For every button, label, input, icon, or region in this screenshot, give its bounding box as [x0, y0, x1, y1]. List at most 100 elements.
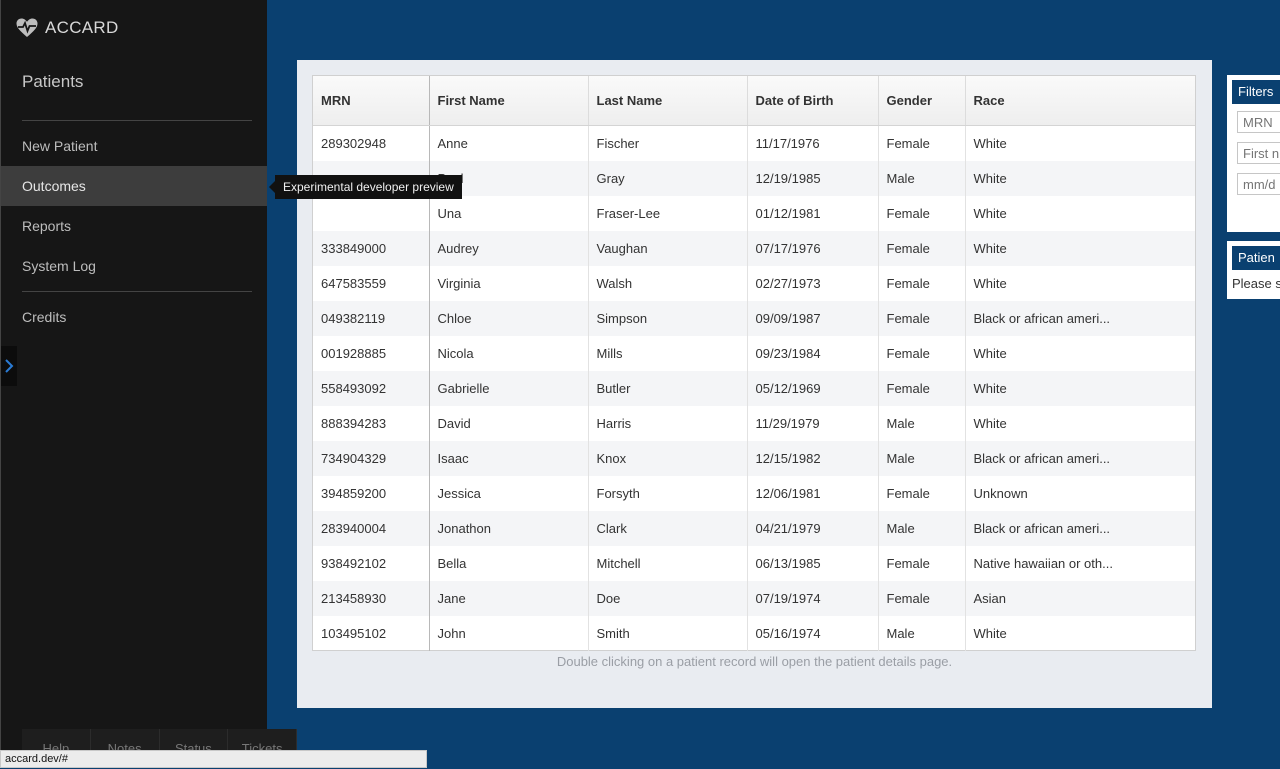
cell-last-name: Harris	[588, 406, 748, 441]
cell-date-of-birth: 02/27/1973	[747, 266, 879, 301]
cell-mrn: 333849000	[313, 231, 430, 266]
cell-date-of-birth: 11/17/1976	[747, 125, 879, 161]
patients-panel: MRN First Name Last Name Date of Birth G…	[297, 60, 1212, 708]
cell-race: White	[965, 371, 1195, 406]
table-row[interactable]: 647583559 Virginia Walsh 02/27/1973 Female Wh…	[313, 266, 1195, 301]
table-row[interactable]: 049382119 Chloe Simpson 09/09/1987 Female Bla…	[313, 301, 1195, 336]
cell-first-name: Nicola	[429, 336, 589, 371]
cell-date-of-birth: 07/19/1974	[747, 581, 879, 616]
patient-details-text: Please s	[1232, 276, 1280, 291]
column-header-first-name[interactable]: First Name	[429, 76, 589, 126]
patient-details-card: Patien Please s	[1227, 241, 1280, 299]
table-row[interactable]: 001928885 Nicola Mills 09/23/1984 Female Whit…	[313, 336, 1195, 371]
cell-date-of-birth: 07/17/1976	[747, 231, 879, 266]
cell-race: White	[965, 161, 1195, 196]
cell-first-name: Gabrielle	[429, 371, 589, 406]
mrn-filter-input[interactable]	[1237, 111, 1280, 133]
table-row[interactable]: 734904329 Isaac Knox 12/15/1982 Male Black or…	[313, 441, 1195, 476]
cell-first-name: Jonathon	[429, 511, 589, 546]
cell-gender: Male	[878, 511, 966, 546]
cell-first-name: John	[429, 616, 589, 651]
expand-sidebar-button[interactable]	[1, 346, 17, 386]
brand[interactable]: ACCARD	[15, 14, 119, 42]
cell-date-of-birth: 05/16/1974	[747, 616, 879, 651]
app-name: ACCARD	[45, 18, 119, 37]
section-title-patients: Patients	[22, 72, 84, 91]
cell-mrn: 213458930	[313, 581, 430, 616]
table-row[interactable]: 333849000 Audrey Vaughan 07/17/1976 Female Wh…	[313, 231, 1195, 266]
cell-date-of-birth: 12/15/1982	[747, 441, 879, 476]
cell-mrn: 558493092	[313, 371, 430, 406]
column-header-race[interactable]: Race	[965, 76, 1195, 126]
cell-race: White	[965, 231, 1195, 266]
first-name-filter-input[interactable]	[1237, 142, 1280, 164]
cell-first-name: Bella	[429, 546, 589, 581]
nav-item-reports[interactable]: Reports	[1, 206, 267, 246]
grid-hint: Double clicking on a patient record will…	[556, 654, 953, 669]
cell-race: Native hawaiian or oth...	[973, 556, 1113, 571]
filters-card: Filters	[1227, 75, 1280, 232]
nav-item-credits[interactable]: Credits	[1, 297, 267, 337]
chevron-right-icon	[5, 359, 14, 373]
cell-race: Asian	[965, 581, 1195, 616]
cell-gender: Female	[878, 266, 966, 301]
table-row[interactable]: 558493092 Gabrielle Butler 05/12/1969 Female…	[313, 371, 1195, 406]
heart-pulse-icon	[16, 18, 38, 37]
patient-details-title: Patien	[1232, 246, 1280, 270]
cell-mrn: 394859200	[313, 476, 430, 511]
cell-first-name: Una	[429, 196, 589, 231]
cell-date-of-birth: 12/19/1985	[747, 161, 879, 196]
table-row[interactable]: 938492102 Bella Mitchell 06/13/1985 Female Na…	[313, 546, 1195, 581]
table-row[interactable]: 888394283 David Harris 11/29/1979 Male White	[313, 406, 1195, 441]
cell-first-name: David	[429, 406, 589, 441]
cell-last-name: Mitchell	[588, 546, 748, 581]
cell-gender: Female	[878, 476, 966, 511]
tooltip: Experimental developer preview	[269, 175, 462, 199]
nav-item-new-patient[interactable]: New Patient	[1, 126, 267, 166]
cell-gender: Male	[878, 161, 966, 196]
divider	[22, 291, 252, 292]
cell-date-of-birth: 01/12/1981	[747, 196, 879, 231]
column-header-gender[interactable]: Gender	[878, 76, 966, 126]
sidebar: ACCARD Patients New Patient Outcomes Rep…	[0, 0, 297, 768]
cell-race: White	[973, 206, 1007, 221]
cell-gender: Female	[878, 231, 966, 266]
cell-last-name: Gray	[588, 161, 748, 196]
cell-first-name: Jessica	[429, 476, 589, 511]
table-row[interactable]: 283940004 Jonathon Clark 04/21/1979 Male Blac…	[313, 511, 1195, 546]
cell-mrn: 289302948	[313, 125, 430, 161]
table-row[interactable]: Una Fraser-Lee 01/12/1981 Female White	[313, 196, 1195, 231]
cell-date-of-birth: 11/29/1979	[747, 406, 879, 441]
cell-gender: Female	[878, 581, 966, 616]
nav-item-outcomes[interactable]: Outcomes	[1, 166, 267, 206]
table-row[interactable]: 103495102 John Smith 05/16/1974 Male White	[313, 616, 1195, 651]
cell-last-name: Forsyth	[588, 476, 748, 511]
column-header-date-of-birth[interactable]: Date of Birth	[747, 76, 879, 126]
column-header-last-name[interactable]: Last Name	[588, 76, 748, 126]
cell-race: Unknown	[973, 486, 1028, 501]
cell-race: White	[973, 276, 1007, 291]
divider	[22, 120, 252, 121]
cell-race: White	[973, 346, 1007, 361]
cell-gender: Female	[878, 125, 966, 161]
cell-gender: Male	[878, 441, 966, 476]
table-row[interactable]: 289302948 Anne Fischer 11/17/1976 Female Whit…	[313, 125, 1195, 161]
cell-mrn: 103495102	[313, 616, 430, 651]
nav-item-system-log[interactable]: System Log	[1, 246, 267, 286]
cell-last-name: Butler	[588, 371, 748, 406]
cell-gender: Female	[878, 336, 966, 371]
status-bar-url: accard.dev/#	[0, 750, 427, 768]
cell-last-name: Fischer	[588, 125, 748, 161]
table-row[interactable]: 394859200 Jessica Forsyth 12/06/1981 Female U…	[313, 476, 1195, 511]
cell-first-name: Isaac	[429, 441, 589, 476]
cell-gender: Female	[878, 196, 966, 231]
cell-gender: Male	[878, 616, 966, 651]
column-header-mrn[interactable]: MRN	[313, 76, 430, 126]
cell-last-name: Mills	[588, 336, 748, 371]
cell-race: White	[973, 626, 1007, 641]
cell-mrn: 283940004	[313, 511, 430, 546]
table-row[interactable]: 213458930 Jane Doe 07/19/1974 Female Asian	[313, 581, 1195, 616]
cell-first-name: Audrey	[429, 231, 589, 266]
cell-date-of-birth: 05/12/1969	[747, 371, 879, 406]
date-of-birth-filter-input[interactable]	[1237, 173, 1280, 195]
